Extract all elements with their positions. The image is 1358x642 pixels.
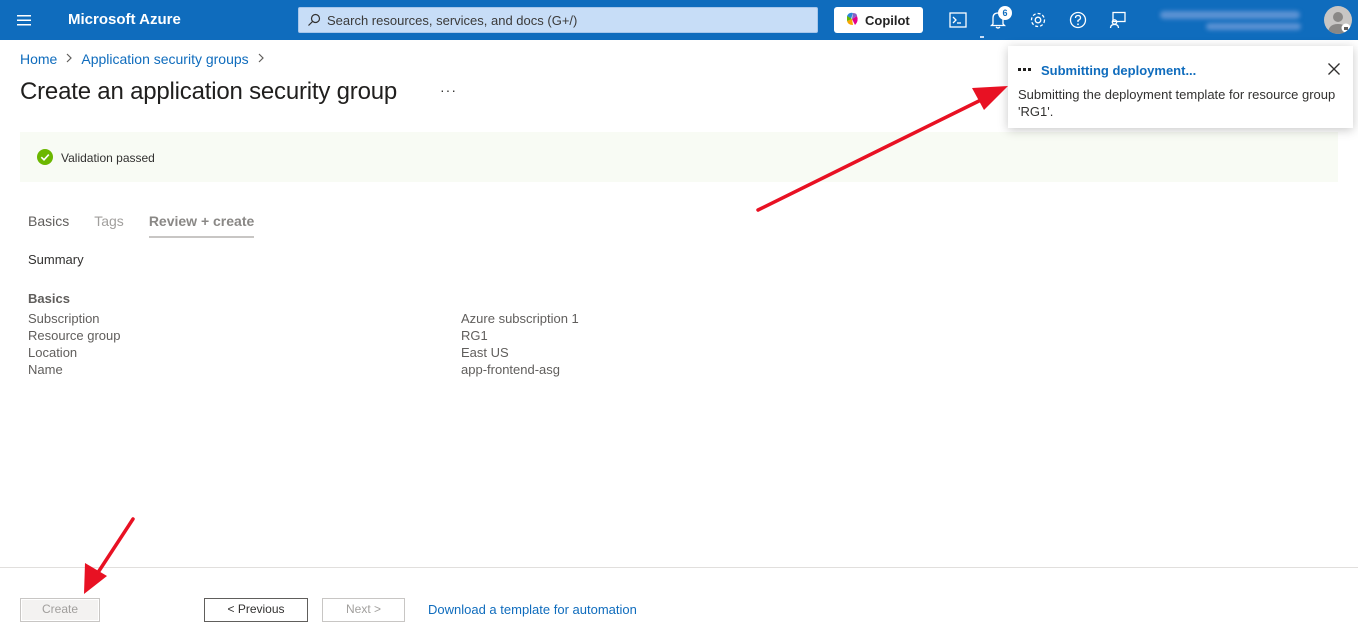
copilot-icon [845,12,859,29]
cloud-shell-icon[interactable] [948,10,968,30]
top-bar: Microsoft Azure Copilot 6 [0,0,1358,40]
global-search[interactable] [298,7,818,33]
chevron-right-icon [65,52,73,66]
summary-value-name: app-frontend-asg [461,362,561,377]
validation-text: Validation passed [61,151,155,165]
summary-list: Subscription Azure subscription 1 Resour… [28,311,728,379]
create-button[interactable]: Create [20,598,100,622]
breadcrumb-home[interactable]: Home [20,51,57,67]
summary-row: Resource group RG1 [28,328,728,345]
more-options-button[interactable]: ··· [440,82,457,98]
progress-dots-icon [1018,68,1031,71]
search-icon [307,13,321,32]
previous-button[interactable]: < Previous [204,598,308,622]
notification-count-badge: 6 [998,6,1012,20]
basics-section-heading: Basics [28,291,70,306]
summary-value-location: East US [461,345,509,360]
chevron-right-icon [257,52,265,66]
search-input[interactable] [327,11,807,29]
summary-value-subscription: Azure subscription 1 [461,311,579,326]
breadcrumb: Home Application security groups [20,51,265,67]
summary-row: Subscription Azure subscription 1 [28,311,728,328]
summary-heading: Summary [28,252,84,267]
download-template-link[interactable]: Download a template for automation [428,602,637,617]
hamburger-menu-icon[interactable] [12,10,36,30]
notification-active-indicator [980,36,984,38]
account-info-blurred[interactable] [1156,8,1311,34]
tab-review-create[interactable]: Review + create [148,213,255,238]
help-icon[interactable] [1068,10,1088,30]
validation-banner: Validation passed [20,132,1338,182]
breadcrumb-application-security-groups[interactable]: Application security groups [81,51,248,67]
settings-gear-icon[interactable] [1028,10,1048,30]
notification-body: Submitting the deployment template for r… [1018,87,1336,119]
page-title: Create an application security group [20,78,398,105]
summary-key-resource-group: Resource group [28,328,121,343]
notification-title[interactable]: Submitting deployment... [1041,63,1196,78]
summary-value-resource-group: RG1 [461,328,488,343]
summary-row: Name app-frontend-asg [28,362,728,379]
notification-toast[interactable]: Submitting deployment... Submitting the … [1008,46,1353,128]
summary-key-location: Location [28,345,78,360]
footer-divider [0,567,1358,568]
summary-row: Location East US [28,345,728,362]
copilot-label: Copilot [865,12,910,28]
tab-tags: Tags [94,213,124,229]
copilot-button[interactable]: Copilot [834,7,923,33]
avatar[interactable] [1324,6,1352,34]
brand-title[interactable]: Microsoft Azure [68,11,181,28]
tab-basics[interactable]: Basics [28,213,69,238]
summary-key-name: Name [28,362,63,377]
summary-key-subscription: Subscription [28,311,100,326]
annotation-arrow-to-create-button [84,517,135,594]
next-button[interactable]: Next > [322,598,405,622]
close-icon[interactable] [1327,62,1341,76]
feedback-icon[interactable] [1108,10,1128,30]
wizard-tabs: Basics Tags Review + create [28,213,279,238]
success-check-icon [37,149,53,170]
